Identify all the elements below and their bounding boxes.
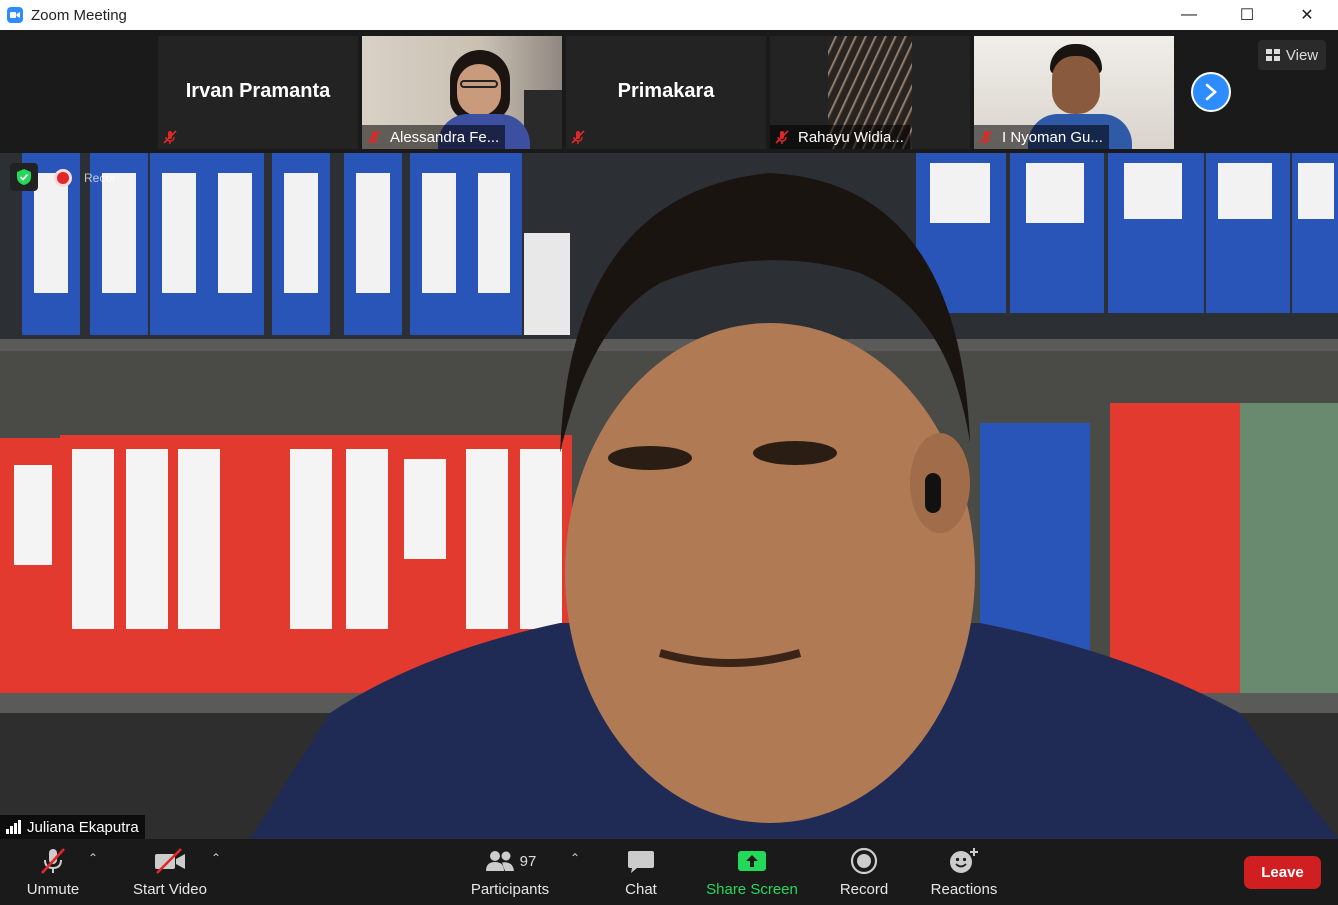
meeting-toolbar: Unmute ⌃ Start Video ⌃ 97 Participants ⌃… (0, 839, 1338, 905)
muted-mic-icon (570, 129, 586, 145)
muted-mic-icon (774, 129, 790, 145)
participant-tile[interactable]: Alessandra Fe... (362, 36, 562, 149)
grid-view-icon (1265, 49, 1280, 61)
share-screen-icon (737, 845, 767, 877)
signal-strength-icon (6, 820, 21, 834)
minimize-button[interactable]: — (1160, 0, 1218, 30)
record-label: Record (839, 881, 889, 898)
record-button[interactable]: Record (836, 845, 892, 901)
speaker-name: Juliana Ekaputra (27, 818, 139, 836)
gallery-strip: Irvan Pramanta Alessandra Fe... Primakar… (0, 30, 1338, 152)
participants-button[interactable]: 97 Participants (466, 845, 554, 901)
muted-mic-icon (162, 129, 178, 145)
muted-mic-icon (38, 845, 68, 877)
participant-name: Irvan Pramanta (185, 80, 331, 102)
unmute-button[interactable]: Unmute (22, 845, 84, 901)
tile-label: Rahayu Widia... (770, 125, 910, 149)
close-button[interactable]: ✕ (1278, 0, 1336, 30)
participant-tile[interactable]: Rahayu Widia... (770, 36, 970, 149)
window-title: Zoom Meeting (31, 6, 127, 24)
record-icon (850, 845, 878, 877)
participant-name: I Nyoman Gu... (1002, 128, 1103, 146)
view-label: View (1285, 46, 1319, 64)
video-off-icon (153, 845, 187, 877)
participant-name: Primakara (617, 80, 715, 102)
leave-button[interactable]: Leave (1244, 856, 1321, 889)
share-screen-label: Share Screen (706, 881, 798, 898)
chat-button[interactable]: Chat (620, 845, 662, 901)
chevron-right-icon (1205, 83, 1217, 101)
maximize-button[interactable]: ☐ (1218, 0, 1276, 30)
speaker-video-frame (0, 153, 1338, 839)
audio-options-caret-icon[interactable]: ⌃ (85, 851, 101, 865)
zoom-app-icon (7, 7, 23, 23)
title-bar: Zoom Meeting — ☐ ✕ (0, 0, 1338, 30)
chat-label: Chat (625, 881, 657, 898)
participants-count: 97 (519, 852, 537, 870)
tile-label (158, 125, 192, 149)
participants-icon-group: 97 (484, 845, 537, 877)
recording-text: Recor (84, 171, 117, 185)
recording-indicator-icon (54, 169, 72, 187)
tile-label: Alessandra Fe... (362, 125, 506, 149)
active-speaker-label: Juliana Ekaputra (0, 815, 145, 839)
reactions-button[interactable]: Reactions (928, 845, 1000, 901)
start-video-label: Start Video (133, 881, 207, 898)
security-shield-icon[interactable] (10, 163, 38, 191)
participants-options-caret-icon[interactable]: ⌃ (567, 851, 583, 865)
participant-tile[interactable]: Irvan Pramanta (158, 36, 358, 149)
chat-icon (627, 845, 655, 877)
participant-tile[interactable]: Primakara (566, 36, 766, 149)
active-speaker-video: Recor (0, 153, 1338, 839)
tile-label (566, 125, 600, 149)
muted-mic-icon (366, 129, 382, 145)
next-page-button[interactable] (1191, 72, 1231, 112)
unmute-label: Unmute (26, 881, 80, 898)
video-options-caret-icon[interactable]: ⌃ (208, 851, 224, 865)
participant-tile[interactable]: I Nyoman Gu... (974, 36, 1174, 149)
participants-icon (485, 851, 514, 871)
start-video-button[interactable]: Start Video (128, 845, 212, 901)
participants-label: Participants (470, 881, 550, 898)
reactions-icon (949, 845, 979, 877)
participant-name: Rahayu Widia... (798, 128, 904, 146)
muted-mic-icon (978, 129, 994, 145)
participant-name: Alessandra Fe... (390, 128, 500, 146)
tile-label: I Nyoman Gu... (974, 125, 1109, 149)
reactions-label: Reactions (930, 881, 998, 898)
view-button[interactable]: View (1258, 40, 1326, 70)
share-screen-button[interactable]: Share Screen (704, 845, 800, 901)
